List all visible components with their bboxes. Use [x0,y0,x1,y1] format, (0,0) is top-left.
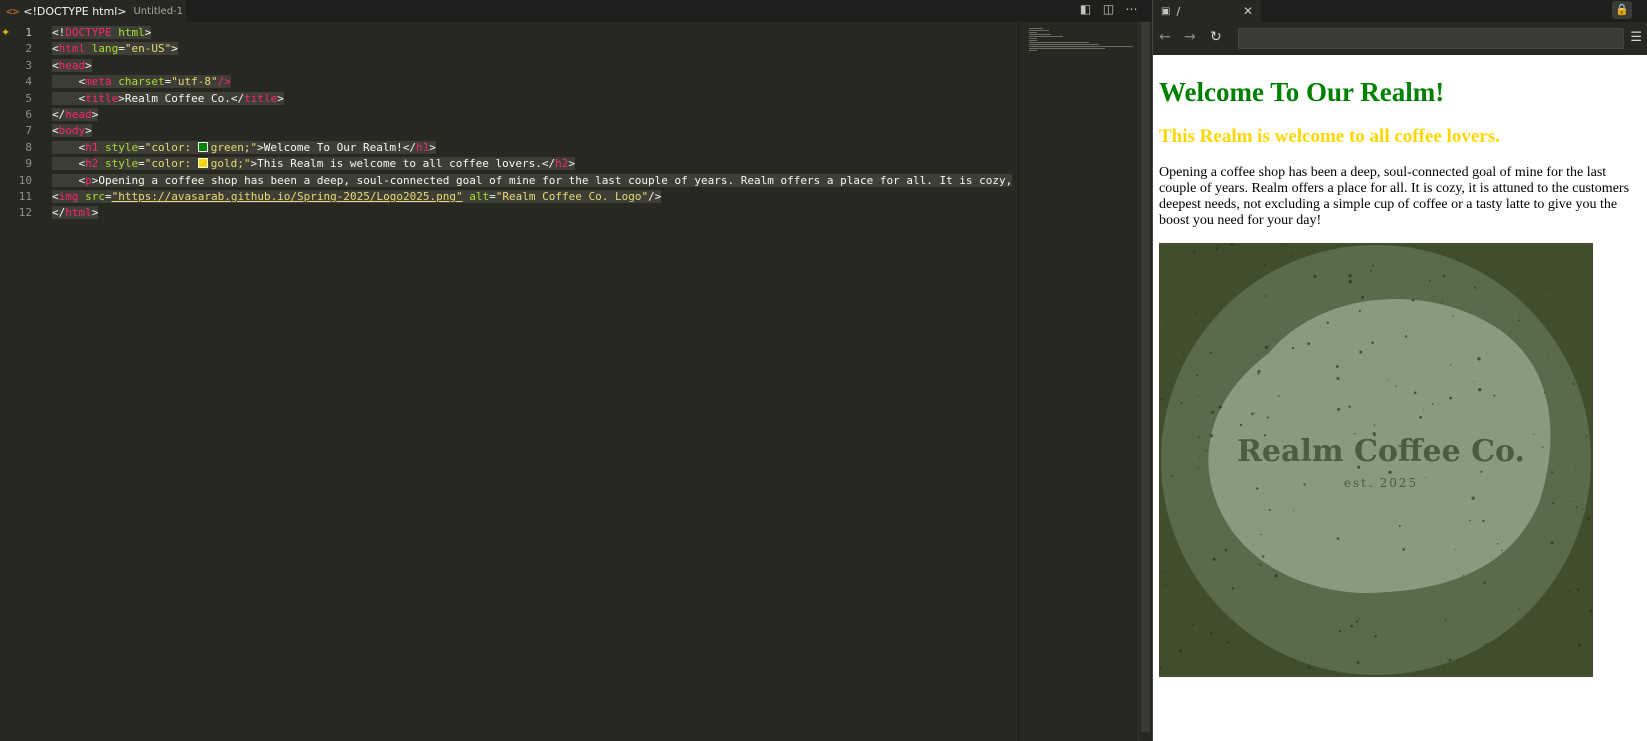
close-icon[interactable]: ✕ [1243,4,1253,18]
page-paragraph: Opening a coffee shop has been a deep, s… [1159,165,1630,228]
page-heading: Welcome To Our Realm! [1159,77,1445,107]
code-line-6[interactable]: </head> [52,107,1018,123]
html-file-icon: <> [6,4,20,18]
gold-color-swatch-icon[interactable] [197,158,208,169]
code-line-8[interactable]: <h1 style="color: green;">Welcome To Our… [52,140,1018,156]
page-subheading: This Realm is welcome to all coffee love… [1159,126,1500,147]
line-number: 11 [18,189,32,203]
tab-subtitle: Untitled-1 [133,5,184,17]
editor-scrollbar[interactable] [1138,22,1153,741]
preview-tab-bar: ▣ / ✕ 🔒 [1153,0,1647,22]
code-line-2[interactable]: <html lang="en-US"> [52,41,1018,57]
code-line-5[interactable]: <title>Realm Coffee Co.</title> [52,91,1018,107]
code-area[interactable]: <!DOCTYPE html> <html lang="en-US"> <hea… [52,25,1018,222]
line-number: 5 [25,91,32,105]
svg-text:Realm Coffee Co.: Realm Coffee Co. [1237,434,1525,469]
code-line-1[interactable]: <!DOCTYPE html> [52,25,1018,41]
menu-icon[interactable]: ☰ [1630,30,1642,45]
code-editor[interactable]: <> <!DOCTYPE html> Untitled-1 ◧ ◫ ⋯ ✦ 12… [0,0,1153,741]
preview-tab-label: / [1176,4,1181,18]
url-input[interactable] [1238,28,1624,49]
line-number: 7 [25,124,32,138]
line-number: 1 [25,26,32,39]
realm-coffee-logo-image: Realm Coffee Co. est. 2025 [1159,243,1593,677]
code-line-12[interactable]: </html> [52,205,1018,221]
browser-preview: ▣ / ✕ 🔒 ← → ↻ ☰ Welcome To Our Realm! Th… [1152,0,1647,741]
tab-preview[interactable]: ▣ / ✕ [1153,0,1261,22]
code-line-11[interactable]: <img src="https://avasarab.github.io/Spr… [52,189,1018,205]
line-number: 4 [25,75,32,89]
editor-actions: ◧ ◫ ⋯ [1079,2,1138,16]
browser-icon: ▣ [1161,5,1171,17]
open-preview-icon[interactable]: ◧ [1079,2,1092,16]
reload-icon[interactable]: ↻ [1210,29,1222,45]
more-icon[interactable]: ⋯ [1125,2,1138,16]
svg-text:est. 2025: est. 2025 [1344,476,1418,490]
line-number: 10 [18,173,32,187]
code-line-9[interactable]: <h2 style="color: gold;">This Realm is w… [52,156,1018,172]
tab-untitled-1[interactable]: <> <!DOCTYPE html> Untitled-1 [0,0,186,22]
line-number: 8 [25,140,32,154]
split-editor-icon[interactable]: ◫ [1102,2,1115,16]
line-number: 12 [18,206,32,220]
line-number: 9 [25,157,32,171]
back-arrow-icon[interactable]: ← [1159,29,1171,45]
scrollbar-thumb[interactable] [1141,22,1150,732]
code-line-4[interactable]: <meta charset="utf-8"/> [52,74,1018,90]
line-number: 3 [25,58,32,72]
line-number: 6 [25,107,32,121]
forward-arrow-icon[interactable]: → [1184,29,1196,45]
minimap[interactable] [1018,22,1139,741]
code-line-10[interactable]: <p>Opening a coffee shop has been a deep… [52,173,1018,189]
green-color-swatch-icon[interactable] [197,141,208,152]
code-line-7[interactable]: <body> [52,123,1018,139]
editor-tab-bar: <> <!DOCTYPE html> Untitled-1 ◧ ◫ ⋯ [0,0,1152,22]
preview-nav-bar: ← → ↻ ☰ [1153,22,1647,55]
tab-title: <!DOCTYPE html> [23,4,127,18]
lock-icon[interactable]: 🔒 [1612,1,1632,19]
line-number-gutter: 1 2 3 4 5 6 7 8 9 10 11 12 [0,25,40,222]
line-number: 2 [25,42,32,56]
rendered-page: Welcome To Our Realm! This Realm is welc… [1159,57,1645,677]
code-line-3[interactable]: <head> [52,58,1018,74]
